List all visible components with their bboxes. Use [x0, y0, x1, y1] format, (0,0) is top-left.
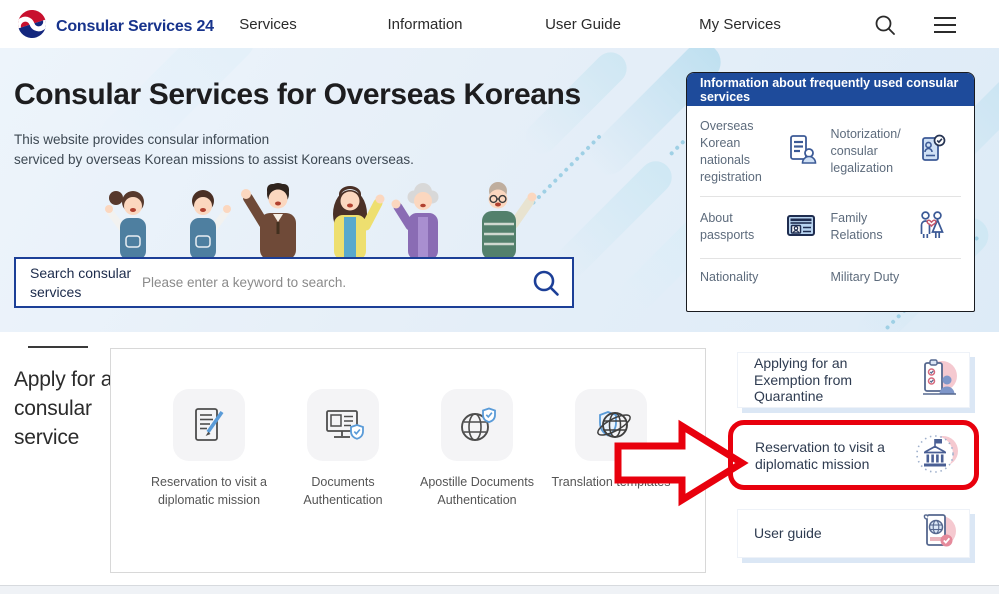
korea-government-emblem-icon [16, 8, 48, 45]
frequent-panel-body: Overseas Korean nationals registration [687, 106, 974, 295]
link-family-relations[interactable]: Family Relations [831, 207, 962, 248]
hero-subtitle: This website provides consular informati… [14, 130, 414, 171]
search-icon[interactable] [872, 12, 898, 38]
link-about-passports[interactable]: About passports [700, 207, 831, 248]
site-title: Consular Services 24 [56, 18, 214, 36]
nav-information[interactable]: Information [375, 0, 475, 48]
document-person-icon [783, 131, 819, 172]
tile-translation-templates[interactable]: Translation templates [541, 389, 681, 491]
link-overseas-korean-nationals-registration[interactable]: Overseas Korean nationals registration [700, 118, 831, 186]
nav-my-services[interactable]: My Services [690, 0, 790, 48]
nav-services[interactable]: Services [228, 0, 308, 48]
globe-shield-icon [441, 389, 513, 461]
frequent-panel-row: About passports [700, 197, 961, 258]
section-accent-line [28, 346, 88, 348]
search-input[interactable] [142, 275, 520, 290]
apply-services-card: Reservation to visit a diplomatic missio… [110, 348, 706, 573]
hero-subtitle-line1: This website provides consular informati… [14, 130, 414, 150]
link-notorization-consular-legalization[interactable]: Notorization/ consular legalization [831, 118, 962, 186]
guide-document-icon [913, 507, 961, 560]
monitor-shield-icon [307, 389, 379, 461]
family-illustration [78, 176, 568, 265]
tile-reservation-diplomatic-mission[interactable]: Reservation to visit a diplomatic missio… [139, 389, 279, 509]
id-card-check-icon [913, 131, 949, 172]
site-logo[interactable]: Consular Services 24 [16, 8, 214, 45]
clipboard-person-icon [913, 354, 961, 407]
document-pencil-icon [173, 389, 245, 461]
search-submit-button[interactable] [520, 259, 572, 306]
hamburger-menu-icon[interactable] [932, 12, 958, 38]
frequent-panel-header: Information about frequently used consul… [687, 73, 974, 106]
frequent-panel-row: Overseas Korean nationals registration [700, 108, 961, 196]
search-box-label: Search consular services [16, 264, 142, 300]
quick-link-exemption-quarantine[interactable]: Applying for an Exemption from Quarantin… [737, 352, 970, 408]
quick-link-reservation-diplomatic-mission[interactable]: Reservation to visit a diplomatic missio… [739, 431, 968, 480]
link-military-duty[interactable]: Military Duty [831, 269, 962, 286]
apply-section-title: Apply for a consular service [14, 366, 114, 453]
hero-title: Consular Services for Overseas Koreans [14, 78, 581, 112]
link-nationality[interactable]: Nationality [700, 269, 831, 286]
tile-documents-authentication[interactable]: Documents Authentication [273, 389, 413, 509]
nav-user-guide[interactable]: User Guide [533, 0, 633, 48]
search-magnifier-icon [532, 269, 560, 297]
frequent-panel-row: Nationality Military Duty [700, 259, 961, 296]
family-heart-icon [913, 207, 949, 248]
tile-apostille-documents-authentication[interactable]: Apostille Documents Authentication [407, 389, 547, 509]
globe-orbit-shield-icon [575, 389, 647, 461]
quick-link-user-guide[interactable]: User guide [737, 509, 970, 558]
building-gauge-icon [912, 429, 960, 482]
consular-search-box: Search consular services [14, 257, 574, 308]
passport-icon [783, 207, 819, 248]
hero-subtitle-line2: serviced by overseas Korean missions to … [14, 150, 414, 170]
top-navigation-bar: Consular Services 24 Services Informatio… [0, 0, 999, 48]
hero-banner: Consular Services for Overseas Koreans T… [0, 48, 999, 332]
frequently-used-services-panel: Information about frequently used consul… [686, 72, 975, 312]
consular-services-homepage: Consular Services 24 Services Informatio… [0, 0, 999, 594]
footer-strip [0, 585, 999, 594]
